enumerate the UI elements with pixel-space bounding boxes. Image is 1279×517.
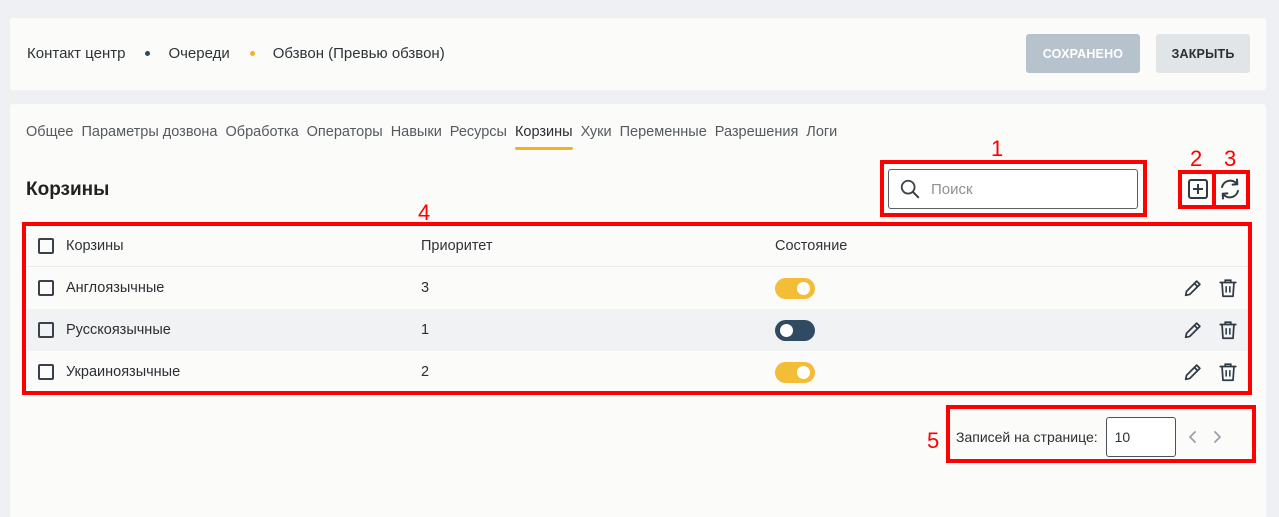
tab-hooks[interactable]: Хуки xyxy=(581,124,612,150)
edit-icon[interactable] xyxy=(1182,319,1204,341)
saved-button[interactable]: СОХРАНЕНО xyxy=(1026,34,1140,73)
tab-operators[interactable]: Операторы xyxy=(307,124,383,150)
bucket-name: Англоязычные xyxy=(66,280,165,296)
row-checkbox[interactable] xyxy=(38,322,54,338)
tab-processing[interactable]: Обработка xyxy=(226,124,299,150)
breadcrumb-separator xyxy=(145,51,151,56)
search-box[interactable] xyxy=(888,169,1138,209)
table-row: Англоязычные 3 xyxy=(27,267,1248,309)
annotation-number-2: 2 xyxy=(1190,146,1203,171)
state-toggle[interactable] xyxy=(775,319,815,341)
row-checkbox[interactable] xyxy=(38,364,54,380)
breadcrumb-queues[interactable]: Очереди xyxy=(168,45,229,62)
state-toggle[interactable] xyxy=(775,277,815,299)
chevron-left-icon[interactable] xyxy=(1186,429,1200,445)
bucket-name: Украиноязычные xyxy=(66,364,181,380)
search-icon xyxy=(900,179,920,199)
delete-icon[interactable] xyxy=(1217,361,1239,383)
column-header-priority[interactable]: Приоритет xyxy=(421,238,493,254)
table-row: Русскоязычные 1 xyxy=(27,309,1248,351)
delete-icon[interactable] xyxy=(1217,319,1239,341)
tab-logs[interactable]: Логи xyxy=(806,124,837,150)
bucket-priority: 3 xyxy=(421,280,430,296)
close-button[interactable]: ЗАКРЫТЬ xyxy=(1156,34,1250,73)
page-title: Корзины xyxy=(26,179,110,200)
annotation-number-1: 1 xyxy=(991,136,1004,161)
refresh-button[interactable] xyxy=(1218,177,1242,201)
state-toggle[interactable] xyxy=(775,361,815,383)
annotation-number-5: 5 xyxy=(927,428,940,453)
add-icon xyxy=(1188,179,1208,199)
breadcrumb-separator xyxy=(249,51,255,56)
buckets-table: Корзины Приоритет Состояние Англоязычные… xyxy=(27,226,1248,393)
breadcrumb-contact-center[interactable]: Контакт центр xyxy=(27,45,125,62)
add-bucket-button[interactable] xyxy=(1186,177,1210,201)
bucket-priority: 1 xyxy=(421,322,430,338)
tab-general[interactable]: Общее xyxy=(26,124,73,150)
column-header-name[interactable]: Корзины xyxy=(66,238,124,254)
tab-buckets[interactable]: Корзины xyxy=(514,124,573,150)
row-checkbox[interactable] xyxy=(38,280,54,296)
annotation-number-3: 3 xyxy=(1224,146,1237,171)
edit-icon[interactable] xyxy=(1182,361,1204,383)
tab-skills[interactable]: Навыки xyxy=(391,124,442,150)
breadcrumb-current: Обзвон (Превью обзвон) xyxy=(272,45,445,62)
pagination: Записей на странице: 10 xyxy=(956,416,1224,458)
annotation-number-4: 4 xyxy=(418,200,431,225)
column-header-state[interactable]: Состояние xyxy=(775,238,847,254)
refresh-icon xyxy=(1221,178,1239,200)
bucket-name: Русскоязычные xyxy=(66,322,171,338)
toggle-knob xyxy=(797,281,810,295)
page-size-input[interactable]: 10 xyxy=(1105,417,1176,457)
tab-variables[interactable]: Переменные xyxy=(620,124,707,150)
chevron-right-icon[interactable] xyxy=(1210,429,1224,445)
toggle-knob xyxy=(797,365,810,379)
page-size-label: Записей на странице: xyxy=(956,429,1098,445)
tab-bar: Общее Параметры дозвона Обработка Операт… xyxy=(26,124,845,150)
main-panel: Общее Параметры дозвона Обработка Операт… xyxy=(10,104,1266,517)
table-header: Корзины Приоритет Состояние xyxy=(27,226,1248,267)
tab-dial-params[interactable]: Параметры дозвона xyxy=(81,124,217,150)
delete-icon[interactable] xyxy=(1217,277,1239,299)
tab-permissions[interactable]: Разрешения xyxy=(715,124,799,150)
breadcrumb: Контакт центр Очереди Обзвон (Превью обз… xyxy=(27,45,445,62)
toggle-knob xyxy=(780,323,793,337)
select-all-checkbox[interactable] xyxy=(38,238,54,254)
bucket-priority: 2 xyxy=(421,364,430,380)
edit-icon[interactable] xyxy=(1182,277,1204,299)
tab-resources[interactable]: Ресурсы xyxy=(450,124,507,150)
table-row: Украиноязычные 2 xyxy=(27,351,1248,393)
search-input[interactable] xyxy=(931,180,1121,198)
top-bar: Контакт центр Очереди Обзвон (Превью обз… xyxy=(10,18,1266,90)
